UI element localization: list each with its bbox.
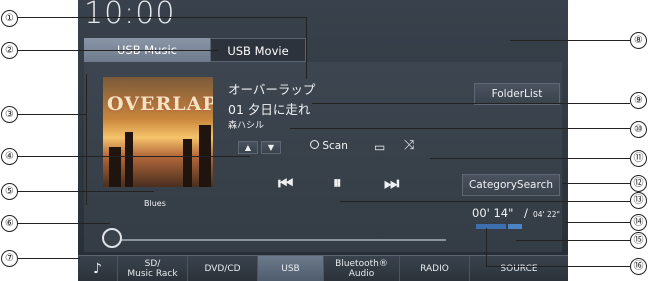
callout-3-bracket	[86, 74, 87, 205]
callout-8-line	[510, 40, 630, 41]
callout-4-line	[18, 156, 250, 157]
callout-7-line	[18, 258, 80, 259]
next-icon[interactable]: ⏭	[384, 174, 399, 194]
callout-10-line	[290, 128, 630, 129]
elapsed-time: 00' 14"	[472, 206, 514, 220]
album-art: OVERLAP	[103, 77, 213, 187]
clock: 10:00	[84, 0, 176, 31]
song-title: 01 夕日に走れ	[228, 102, 311, 117]
source-bluetooth-audio[interactable]: Bluetooth® Audio	[324, 256, 400, 281]
previous-icon[interactable]: ⏮	[278, 174, 293, 194]
source-sd-music-rack[interactable]: SD/ Music Rack	[118, 256, 188, 281]
progress-knob[interactable]	[102, 228, 122, 248]
scan-icon	[310, 140, 319, 149]
tab-usb-movie[interactable]: USB Movie	[210, 38, 306, 62]
callout-13: ⑬	[630, 192, 647, 209]
album-art-title: OVERLAP	[107, 93, 213, 115]
callout-2: ②	[1, 42, 18, 59]
callout-3: ③	[1, 106, 18, 123]
total-time: 04' 22"	[533, 210, 560, 219]
callout-7: ⑦	[1, 250, 18, 267]
callout-1: ①	[1, 10, 18, 27]
down-icon[interactable]: ▼	[261, 141, 281, 154]
source-dvd-cd[interactable]: DVD/CD	[188, 256, 258, 281]
callout-16: ⑯	[630, 258, 647, 275]
callout-5: ⑤	[1, 183, 18, 200]
folder-list-button[interactable]: FolderList	[474, 83, 560, 105]
callout-3-line	[18, 114, 86, 115]
callout-2-line	[18, 50, 218, 51]
progress-bar[interactable]	[106, 239, 446, 241]
callout-16-line-v	[486, 228, 487, 266]
source-source[interactable]: SOURCE	[470, 256, 568, 281]
callout-10: ⑩	[630, 121, 647, 138]
player-screen: 10:00 USB Music USB Movie OVERLAP Blues …	[78, 0, 568, 281]
status-indicator-b	[508, 224, 522, 229]
scan-label: Scan	[322, 140, 348, 152]
callout-6-line	[18, 223, 110, 224]
scan-button[interactable]: Scan	[310, 140, 348, 152]
callout-1-line	[18, 17, 306, 18]
callout-9-line	[312, 103, 630, 104]
callout-12-line	[562, 183, 630, 184]
callout-13-line	[340, 201, 630, 202]
category-search-button[interactable]: CategorySearch	[462, 174, 560, 196]
source-radio[interactable]: RADIO	[400, 256, 470, 281]
album-name: オーバーラップ	[228, 82, 316, 97]
callout-9: ⑨	[630, 92, 647, 109]
artist-name: 森ハシル	[228, 121, 265, 131]
up-icon[interactable]: ▲	[238, 141, 258, 154]
callout-15-line	[516, 240, 630, 241]
callout-4: ④	[1, 148, 18, 165]
genre-label: Blues	[144, 199, 166, 208]
callout-11-line	[430, 158, 630, 159]
time-separator: /	[524, 206, 528, 220]
repeat-icon[interactable]: ▭	[374, 140, 385, 154]
callout-16-line	[486, 266, 630, 267]
callout-5-line	[18, 191, 154, 192]
source-bar: ♪ SD/ Music Rack DVD/CD USB Bluetooth® A…	[78, 255, 568, 281]
pause-icon[interactable]: ⏸	[333, 173, 342, 193]
callout-6: ⑥	[1, 215, 18, 232]
source-usb[interactable]: USB	[258, 256, 324, 281]
status-indicator-a	[476, 224, 506, 229]
callout-11: ⑪	[630, 150, 647, 167]
callout-1-line-v	[306, 17, 307, 79]
callout-8: ⑧	[630, 32, 647, 49]
menu-icon[interactable]: ♪	[78, 256, 118, 281]
callout-12: ⑫	[630, 175, 647, 192]
shuffle-icon[interactable]: ⤨	[404, 138, 414, 153]
callout-14-line	[566, 222, 630, 223]
callout-14: ⑭	[630, 214, 647, 231]
callout-15: ⑮	[630, 232, 647, 249]
